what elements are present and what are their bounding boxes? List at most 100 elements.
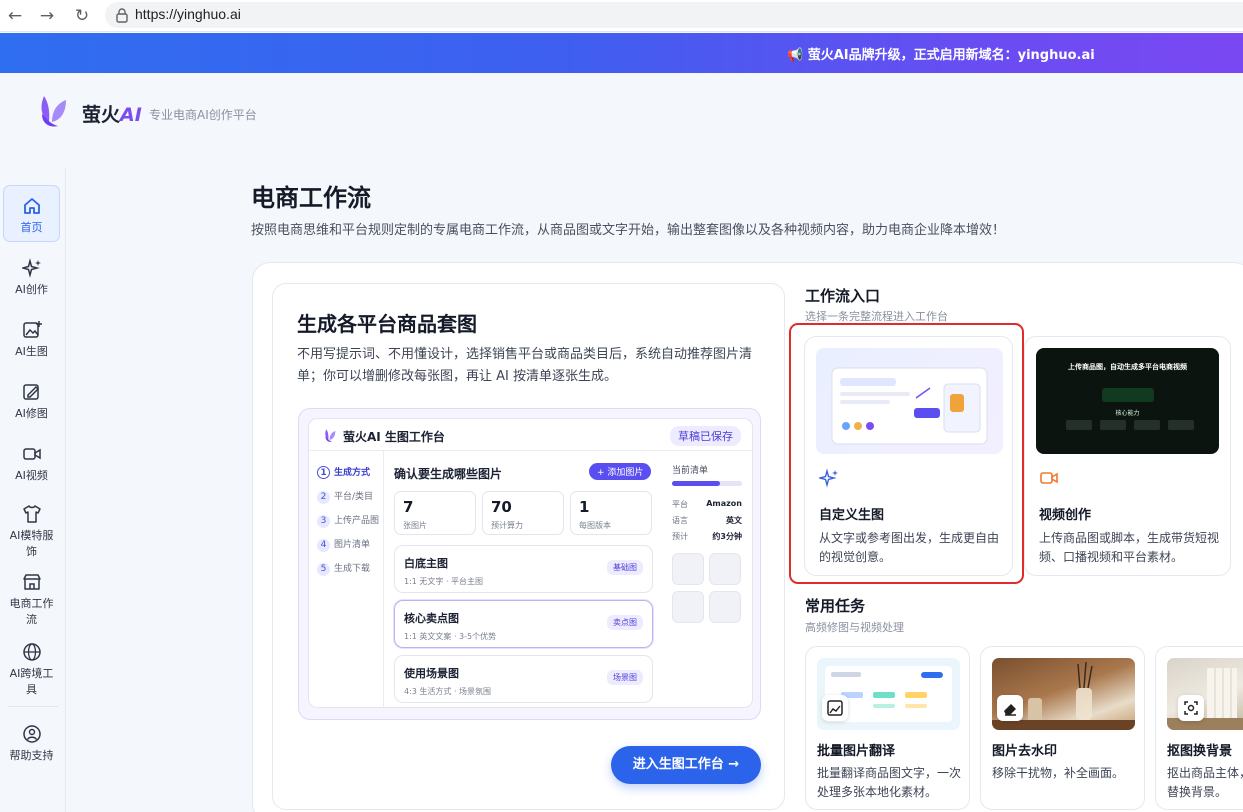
video-icon xyxy=(22,448,41,460)
selection-highlight xyxy=(789,323,1024,584)
card-description: 移除干扰物，补全画面。 xyxy=(992,766,1125,780)
announcement-banner: 📢 萤火AI品牌升级，正式启用新域名：yinghuo.ai xyxy=(0,33,1243,73)
card-description: 上传商品图或脚本，生成带货短视频、口播视频和平台素材。 xyxy=(1039,531,1220,564)
store-icon xyxy=(22,574,41,590)
stat-box: 7 张图片 xyxy=(394,491,476,535)
step-item: 2 平台/类目 xyxy=(317,489,373,504)
address-bar[interactable]: https://yinghuo.ai xyxy=(105,2,1243,28)
stat-box: 1 每图版本 xyxy=(570,491,652,535)
tasks-section-title: 常用任务 xyxy=(805,597,866,615)
workbench-title: 萤火AI 生图工作台 xyxy=(343,430,445,444)
progress-bar xyxy=(672,481,742,486)
card-title: 批量图片翻译 xyxy=(817,744,896,759)
thumbnail-slot xyxy=(672,553,704,585)
home-icon xyxy=(23,198,40,214)
sidebar: 首页 AI创作 AI生图 AI修图 AI视频 AI模特服饰 电商工作流 AI跨境… xyxy=(0,168,66,812)
draft-saved-badge: 草稿已保存 xyxy=(670,426,741,446)
lock-icon xyxy=(116,8,128,23)
brand-ai: AI xyxy=(120,104,142,126)
list-item: 核心卖点图 1:1 英文文案 · 3-5个优势 卖点图 xyxy=(394,600,653,648)
feature-title: 生成各平台商品套图 xyxy=(297,312,477,336)
sidebar-item-ai-model[interactable]: AI模特服饰 xyxy=(3,504,60,559)
globe-icon xyxy=(22,643,41,661)
video-preview: 上传商品图，自动生成多平台电商视频 核心能力 xyxy=(1036,348,1219,454)
sidebar-item-label: AI修图 xyxy=(15,407,48,420)
sidebar-divider xyxy=(8,706,58,707)
step-item: 4 图片清单 xyxy=(317,537,370,552)
sidebar-item-help[interactable]: 帮助支持 xyxy=(3,724,60,763)
workflow-section-title: 工作流入口 xyxy=(805,287,881,305)
task-card-remove-watermark[interactable]: 图片去水印 移除干扰物，补全画面。 xyxy=(980,646,1145,810)
card-title: 视频创作 xyxy=(1039,508,1092,523)
panel-title: 确认要生成哪些图片 xyxy=(394,467,503,481)
brand-main: 萤火 xyxy=(82,104,121,126)
brand-slogan: 专业电商AI创作平台 xyxy=(149,108,257,122)
image-edit-icon xyxy=(22,384,39,400)
step-item: 1 生成方式 xyxy=(317,465,370,479)
info-row: 预计 约3分钟 xyxy=(672,532,742,541)
card-description: 批量翻译商品图文字，一次处理多张本地化素材。 xyxy=(817,766,962,799)
sidebar-item-label: AI生图 xyxy=(15,345,48,358)
step-item: 5 生成下载 xyxy=(317,561,370,576)
info-row: 平台 Amazon xyxy=(672,499,742,509)
video-preview-headline: 上传商品图，自动生成多平台电商视频 xyxy=(1068,363,1187,371)
focus-icon xyxy=(1178,695,1204,721)
page-title: 电商工作流 xyxy=(251,184,371,212)
step-list: 1 生成方式 2 平台/类目 3 上传产品图 4 图片清单 5 生成下载 xyxy=(309,451,384,707)
forward-arrow-icon[interactable]: → xyxy=(36,5,58,27)
feature-card: 生成各平台商品套图 不用写提示词、不用懂设计，选择销售平台或商品类目后，系统自动… xyxy=(272,283,785,810)
info-row: 语言 英文 xyxy=(672,516,742,525)
sidebar-item-home[interactable]: 首页 xyxy=(3,185,60,242)
page-description: 按照电商思维和平台规则定制的专属电商工作流，从商品图或文字开始，输出整套图像以及… xyxy=(251,223,1006,238)
current-list-title: 当前清单 xyxy=(672,466,709,476)
brand-name[interactable]: 萤火AI xyxy=(82,100,142,127)
card-description: 抠出商品主体，替换背景。 xyxy=(1167,766,1243,799)
enter-workbench-button[interactable]: 进入生图工作台 → xyxy=(611,746,761,784)
sidebar-item-ai-image[interactable]: AI生图 xyxy=(3,320,60,359)
thumbnail-slot xyxy=(709,553,741,585)
banner-text: 📢 萤火AI品牌升级，正式启用新域名：yinghuo.ai xyxy=(787,48,1095,63)
sidebar-item-label: AI创作 xyxy=(15,283,48,296)
eraser-icon xyxy=(997,695,1023,721)
thumbnail-slot xyxy=(672,591,704,623)
sidebar-item-label: AI跨境工具 xyxy=(9,667,54,696)
sidebar-item-workflow[interactable]: 电商工作流 xyxy=(3,572,60,627)
workbench-preview: 萤火AI 生图工作台 草稿已保存 1 生成方式 2 平台/类目 3 上传产品图 4 图片… xyxy=(298,408,761,720)
tshirt-icon xyxy=(22,505,41,523)
sidebar-item-label: AI视频 xyxy=(15,469,48,482)
sidebar-item-ai-retouch[interactable]: AI修图 xyxy=(3,382,60,421)
video-preview-label: 核心能力 xyxy=(1115,410,1140,417)
image-plus-icon xyxy=(22,321,42,338)
workflow-section-subtitle: 选择一条完整流程进入工作台 xyxy=(805,310,948,323)
current-list-panel: 当前清单 平台 Amazon 语言 英文 预计 约3分钟 xyxy=(664,451,752,707)
task-card-batch-translate[interactable]: 批量图片翻译 批量翻译商品图文字，一次处理多张本地化素材。 xyxy=(805,646,970,810)
list-item: 使用场景图 4:3 生活方式 · 场景氛围 场景图 xyxy=(394,655,653,703)
sidebar-item-label: 电商工作流 xyxy=(9,597,54,626)
step-item: 3 上传产品图 xyxy=(317,513,379,528)
image-list-panel: 确认要生成哪些图片 + 添加图片 7 张图片 70 预计算力 1 每图版本 白底主图 1… xyxy=(384,451,664,707)
add-image-button: + 添加图片 xyxy=(589,463,652,480)
sidebar-item-ai-video[interactable]: AI视频 xyxy=(3,444,60,483)
progress-fill xyxy=(672,481,720,486)
sidebar-item-label: 首页 xyxy=(20,221,43,234)
sidebar-item-label: AI模特服饰 xyxy=(9,529,54,558)
list-item: 白底主图 1:1 无文字 · 平台主图 基础图 xyxy=(394,545,653,593)
sparkle-icon xyxy=(21,258,41,278)
reload-icon[interactable]: ↻ xyxy=(71,5,93,27)
workflow-card-video[interactable]: 上传商品图，自动生成多平台电商视频 核心能力 视频创作 上传商品图或脚本，生成带… xyxy=(1024,336,1231,576)
help-icon xyxy=(22,725,41,743)
video-icon xyxy=(1040,472,1058,484)
card-title: 图片去水印 xyxy=(992,744,1058,759)
sidebar-item-cross-border[interactable]: AI跨境工具 xyxy=(3,642,60,697)
browser-toolbar: ← → ↻ https://yinghuo.ai xyxy=(0,0,1243,32)
back-arrow-icon[interactable]: ← xyxy=(4,5,26,27)
firefly-logo-icon xyxy=(325,429,336,442)
sidebar-item-ai-create[interactable]: AI创作 xyxy=(3,258,60,297)
url-text: https://yinghuo.ai xyxy=(135,6,241,22)
image-icon xyxy=(822,695,848,721)
feature-description: 不用写提示词、不用懂设计，选择销售平台或商品类目后，系统自动推荐图片清单；你可以… xyxy=(297,347,753,384)
task-card-cutout-background[interactable]: 抠图换背景 抠出商品主体，替换背景。 xyxy=(1155,646,1243,810)
stat-box: 70 预计算力 xyxy=(482,491,564,535)
card-title: 抠图换背景 xyxy=(1167,744,1233,759)
firefly-logo-icon[interactable] xyxy=(36,92,70,128)
